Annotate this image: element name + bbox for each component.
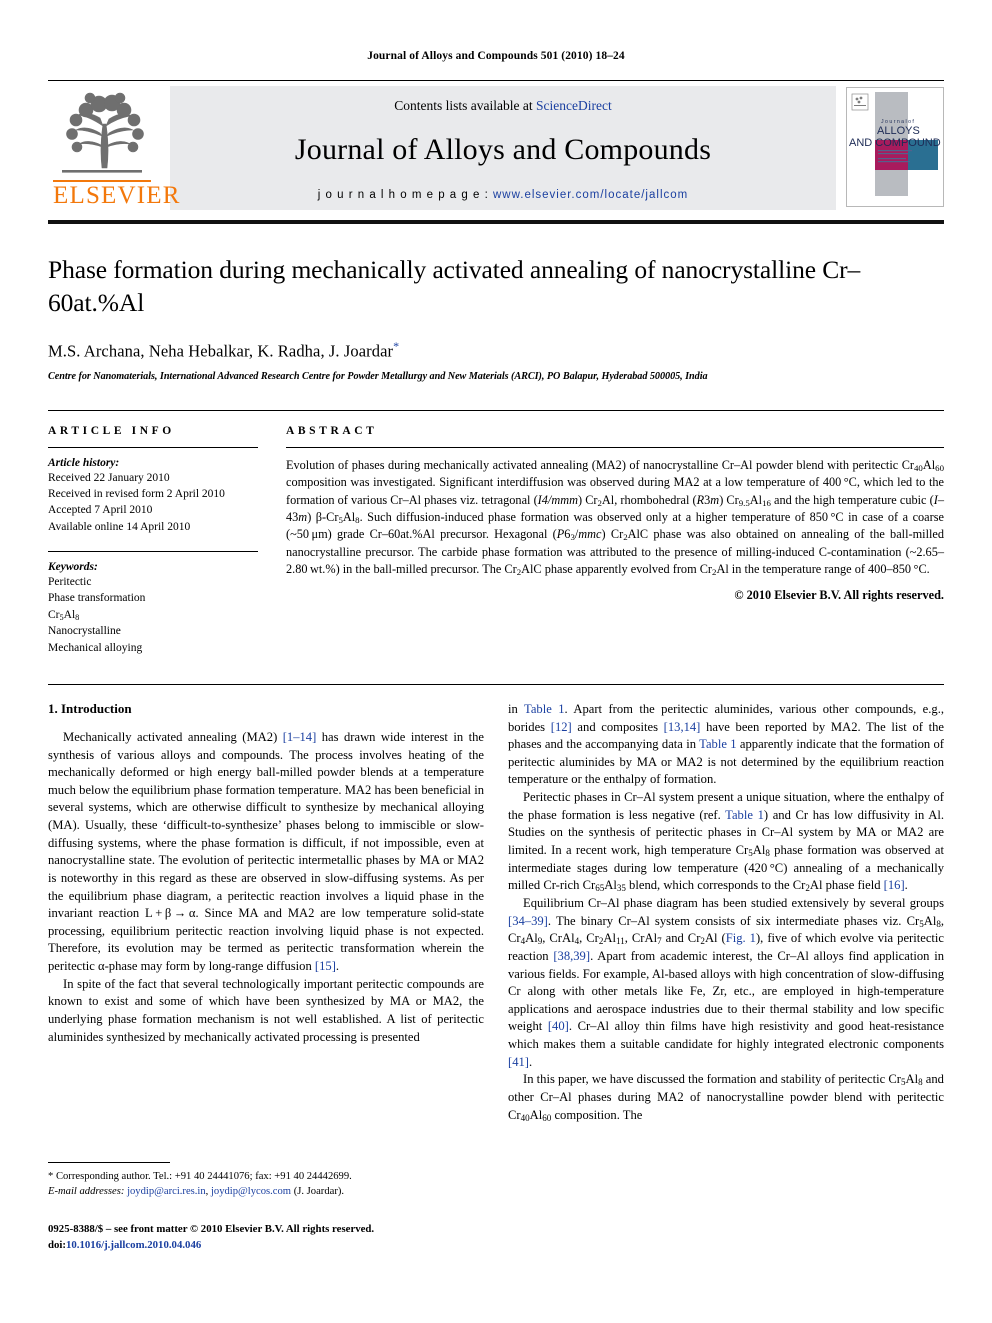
email-author-suffix: (J. Joardar). (293, 1186, 345, 1198)
keywords-rule (48, 551, 258, 553)
info-abstract-region: ARTICLE INFO Article history: Received 2… (48, 409, 944, 656)
journal-cover-thumbnail: J o u r n a l o f ALLOYS AND COMPOUNDS (846, 87, 944, 207)
email-label: E-mail addresses: (48, 1186, 125, 1198)
homepage-prefix: j o u r n a l h o m e p a g e : (317, 189, 493, 201)
history-item: Accepted 7 April 2010 (48, 504, 153, 517)
running-head: Journal of Alloys and Compounds 501 (201… (367, 50, 625, 62)
footnote-rule (48, 1162, 170, 1163)
keywords-label: Keywords: (48, 561, 98, 574)
issn-copyright-line: 0925-8388/$ – see front matter © 2010 El… (48, 1223, 375, 1235)
history-item: Available online 14 April 2010 (48, 520, 191, 533)
citation-link[interactable]: [13,14] (664, 720, 701, 734)
figure-link[interactable]: Fig. 1 (726, 931, 756, 945)
journal-masthead: ELSEVIER Contents lists available at Sci… (48, 80, 944, 224)
citation-link[interactable]: [41] (508, 1055, 529, 1069)
citation-link[interactable]: [38,39] (553, 949, 590, 963)
paragraph: Peritectic phases in Cr–Al system presen… (508, 790, 945, 894)
keyword-item: Mechanical alloying (48, 641, 143, 654)
journal-homepage-line: j o u r n a l h o m e p a g e : www.else… (318, 189, 688, 201)
email-note: E-mail addresses: joydip@arci.res.in, jo… (48, 1184, 478, 1199)
doi-line: doi:10.1016/j.jallcom.2010.04.046 (48, 1238, 478, 1254)
article-info-column: ARTICLE INFO Article history: Received 2… (48, 425, 286, 656)
corresponding-author-marker: * (393, 339, 400, 354)
email-link-primary[interactable]: joydip@arci.res.in (127, 1186, 206, 1197)
imprint-block: 0925-8388/$ – see front matter © 2010 El… (48, 1222, 478, 1253)
abstract-heading: ABSTRACT (286, 424, 378, 437)
citation-link[interactable]: [15] (315, 959, 336, 973)
citation-link[interactable]: [40] (548, 1019, 569, 1033)
keyword-item: Nanocrystalline (48, 625, 121, 638)
svg-text:ALLOYS: ALLOYS (877, 125, 920, 137)
history-item: Received 22 January 2010 (48, 471, 170, 484)
affiliation: Centre for Nanomaterials, International … (48, 370, 708, 382)
keyword-item: Peritectic (48, 576, 92, 589)
citation-link[interactable]: [1–14] (283, 730, 317, 744)
elsevier-wordmark: ELSEVIER (53, 180, 181, 209)
keyword-item: Cr5Al8 (48, 608, 80, 622)
paragraph: Equilibrium Cr–Al phase diagram has been… (508, 895, 945, 1069)
corresponding-author-note: * Corresponding author. Tel.: +91 40 244… (48, 1171, 352, 1182)
body-column-right: in Table 1. Apart from the peritectic al… (508, 701, 944, 1124)
table-link[interactable]: Table 1 (524, 702, 565, 716)
svg-text:AND COMPOUNDS: AND COMPOUNDS (849, 137, 941, 149)
contents-available-line: Contents lists available at ScienceDirec… (394, 98, 611, 114)
paragraph: in Table 1. Apart from the peritectic al… (508, 701, 945, 787)
elsevier-logo: ELSEVIER (48, 84, 181, 209)
abstract-text: Evolution of phases during mechanically … (286, 457, 945, 578)
cover-artwork: J o u r n a l o f ALLOYS AND COMPOUNDS (847, 88, 943, 204)
abstract-column: ABSTRACT Evolution of phases during mech… (286, 425, 944, 656)
keywords-block: Keywords: Peritectic Phase transformatio… (48, 561, 258, 656)
abstract-rule (286, 446, 944, 448)
abstract-copyright: © 2010 Elsevier B.V. All rights reserved… (734, 587, 944, 602)
body-columns: 1. Introduction Mechanically activated a… (48, 683, 944, 1124)
body-column-left: 1. Introduction Mechanically activated a… (48, 701, 484, 1124)
paragraph: Mechanically activated annealing (MA2) [… (48, 729, 484, 974)
table-link[interactable]: Table 1 (725, 808, 764, 822)
citation-link[interactable]: [16] (884, 878, 905, 892)
paragraph: In this paper, we have discussed the for… (508, 1072, 944, 1123)
homepage-url-link[interactable]: www.elsevier.com/locate/jallcom (493, 189, 688, 201)
contents-prefix: Contents lists available at (394, 98, 536, 113)
paragraph: In spite of the fact that several techno… (48, 976, 484, 1044)
doi-label: doi: (48, 1238, 66, 1251)
keyword-item: Phase transformation (48, 592, 146, 605)
email-link-secondary[interactable]: joydip@lycos.com (211, 1186, 291, 1197)
table-link[interactable]: Table 1 (699, 737, 736, 751)
masthead-bottom-rule (48, 220, 944, 224)
sciencedirect-link[interactable]: ScienceDirect (536, 98, 612, 113)
citation-link[interactable]: [34–39] (508, 914, 548, 928)
title-block: Phase formation during mechanically acti… (48, 254, 944, 382)
footnote-block: * Corresponding author. Tel.: +91 40 244… (48, 1162, 478, 1200)
citation-link[interactable]: [12] (551, 720, 572, 734)
article-info-rule (48, 446, 258, 448)
journal-banner: Contents lists available at ScienceDirec… (170, 86, 836, 210)
elsevier-tree-icon (62, 92, 144, 173)
history-item: Received in revised form 2 April 2010 (48, 488, 225, 501)
section-heading-introduction: 1. Introduction (48, 700, 132, 716)
author-list: M.S. Archana, Neha Hebalkar, K. Radha, J… (48, 339, 944, 362)
article-history-label: Article history: (48, 456, 120, 469)
page-title: Phase formation during mechanically acti… (48, 255, 861, 317)
paper-page: Journal of Alloys and Compounds 501 (201… (0, 0, 992, 1323)
author-names: M.S. Archana, Neha Hebalkar, K. Radha, J… (48, 341, 394, 361)
journal-title: Journal of Alloys and Compounds (294, 133, 712, 166)
doi-link[interactable]: 10.1016/j.jallcom.2010.04.046 (66, 1239, 201, 1251)
article-info-heading: ARTICLE INFO (48, 424, 175, 437)
